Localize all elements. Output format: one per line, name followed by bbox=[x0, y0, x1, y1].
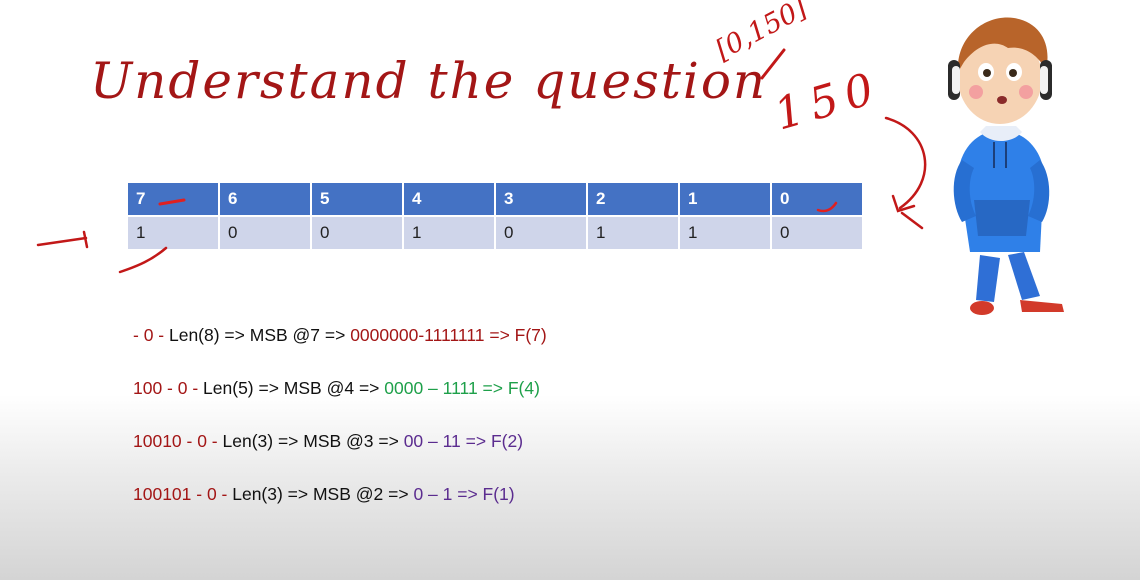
pointer-arrow bbox=[36, 236, 88, 247]
ink-annotations: [0,150] 150 bbox=[36, 0, 1064, 315]
cartoon-boy-illustration bbox=[948, 17, 1064, 315]
curved-arrow bbox=[884, 116, 927, 210]
pointer-stroke bbox=[118, 246, 168, 274]
pointer-arrow-head bbox=[82, 230, 89, 249]
arrow-tail-mark bbox=[900, 211, 924, 230]
underline-mark bbox=[158, 198, 186, 206]
slash-mark bbox=[760, 48, 786, 80]
range-note: [0,150] bbox=[711, 0, 813, 66]
underline-mark bbox=[816, 201, 838, 213]
value-note: 150 bbox=[769, 62, 887, 141]
